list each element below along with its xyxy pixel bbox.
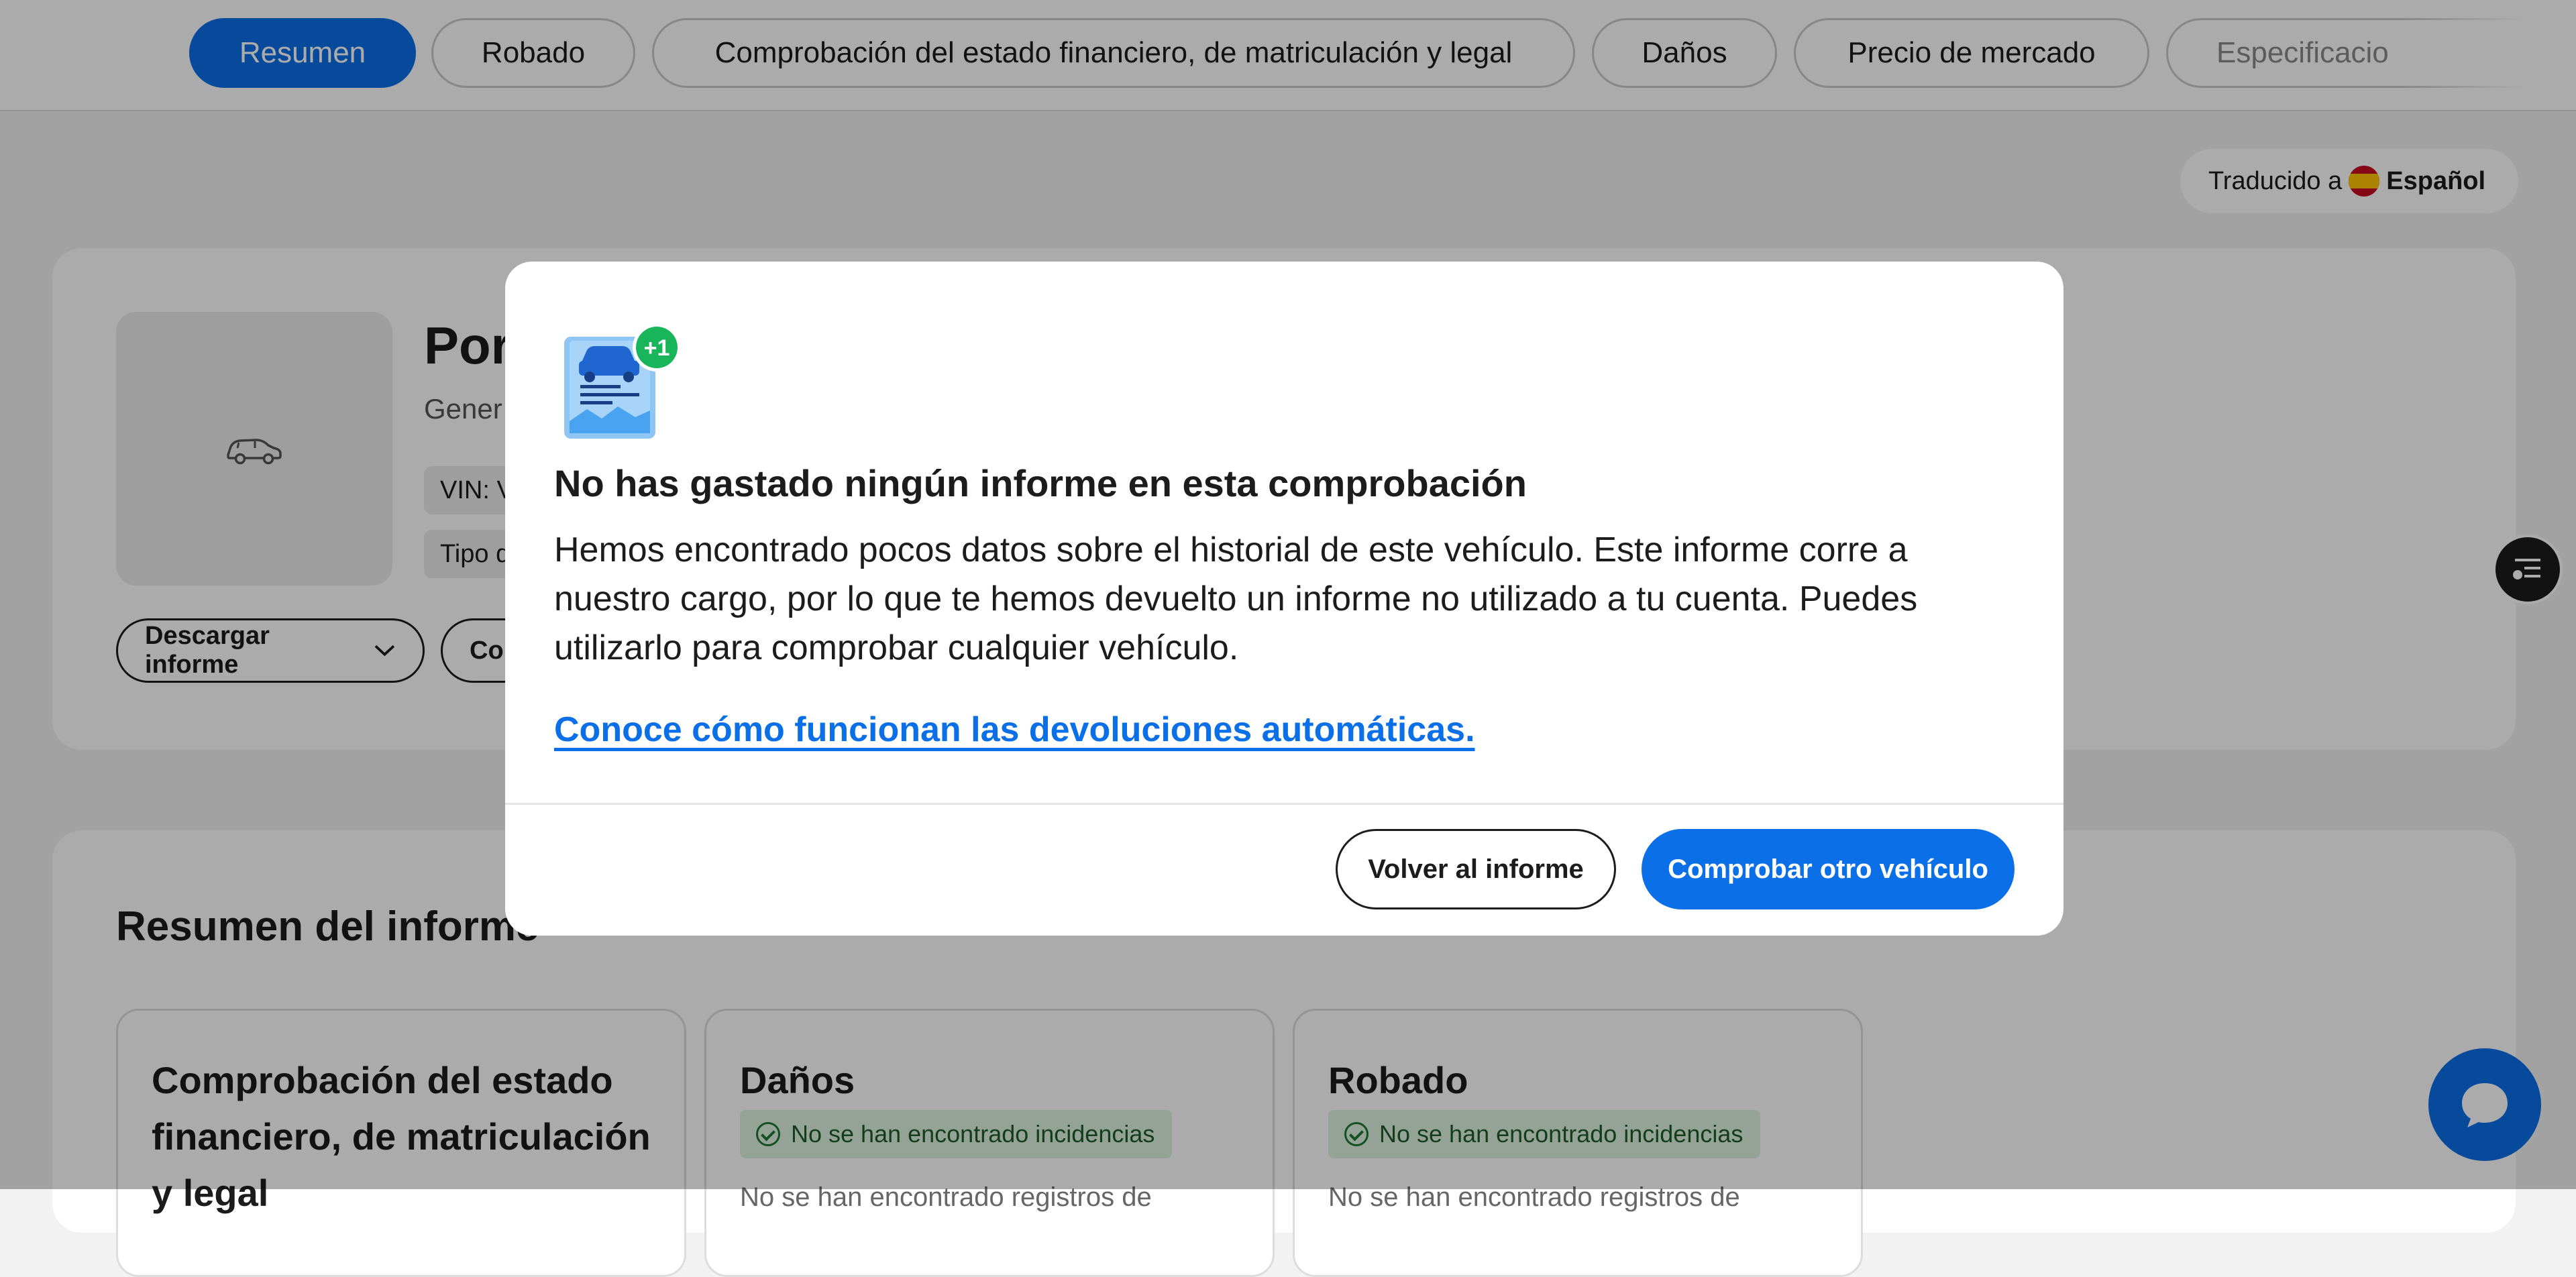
page: Resumen Robado Comprobación del estado f… [0,0,2576,1277]
check-another-vehicle-button[interactable]: Comprobar otro vehículo [1642,829,2015,909]
back-to-report-button[interactable]: Volver al informe [1336,829,1616,909]
auto-refund-info-link[interactable]: Conoce cómo funcionan las devoluciones a… [554,710,1475,750]
dialog-divider [505,803,2063,805]
dialog-title: No has gastado ningún informe en esta co… [554,462,1527,504]
refund-dialog: +1 No has gastado ningún informe en esta… [505,262,2063,936]
report-icon: +1 [564,323,681,439]
dialog-body: Hemos encontrado pocos datos sobre el hi… [554,531,1918,667]
report-icon-badge: +1 [644,335,670,361]
